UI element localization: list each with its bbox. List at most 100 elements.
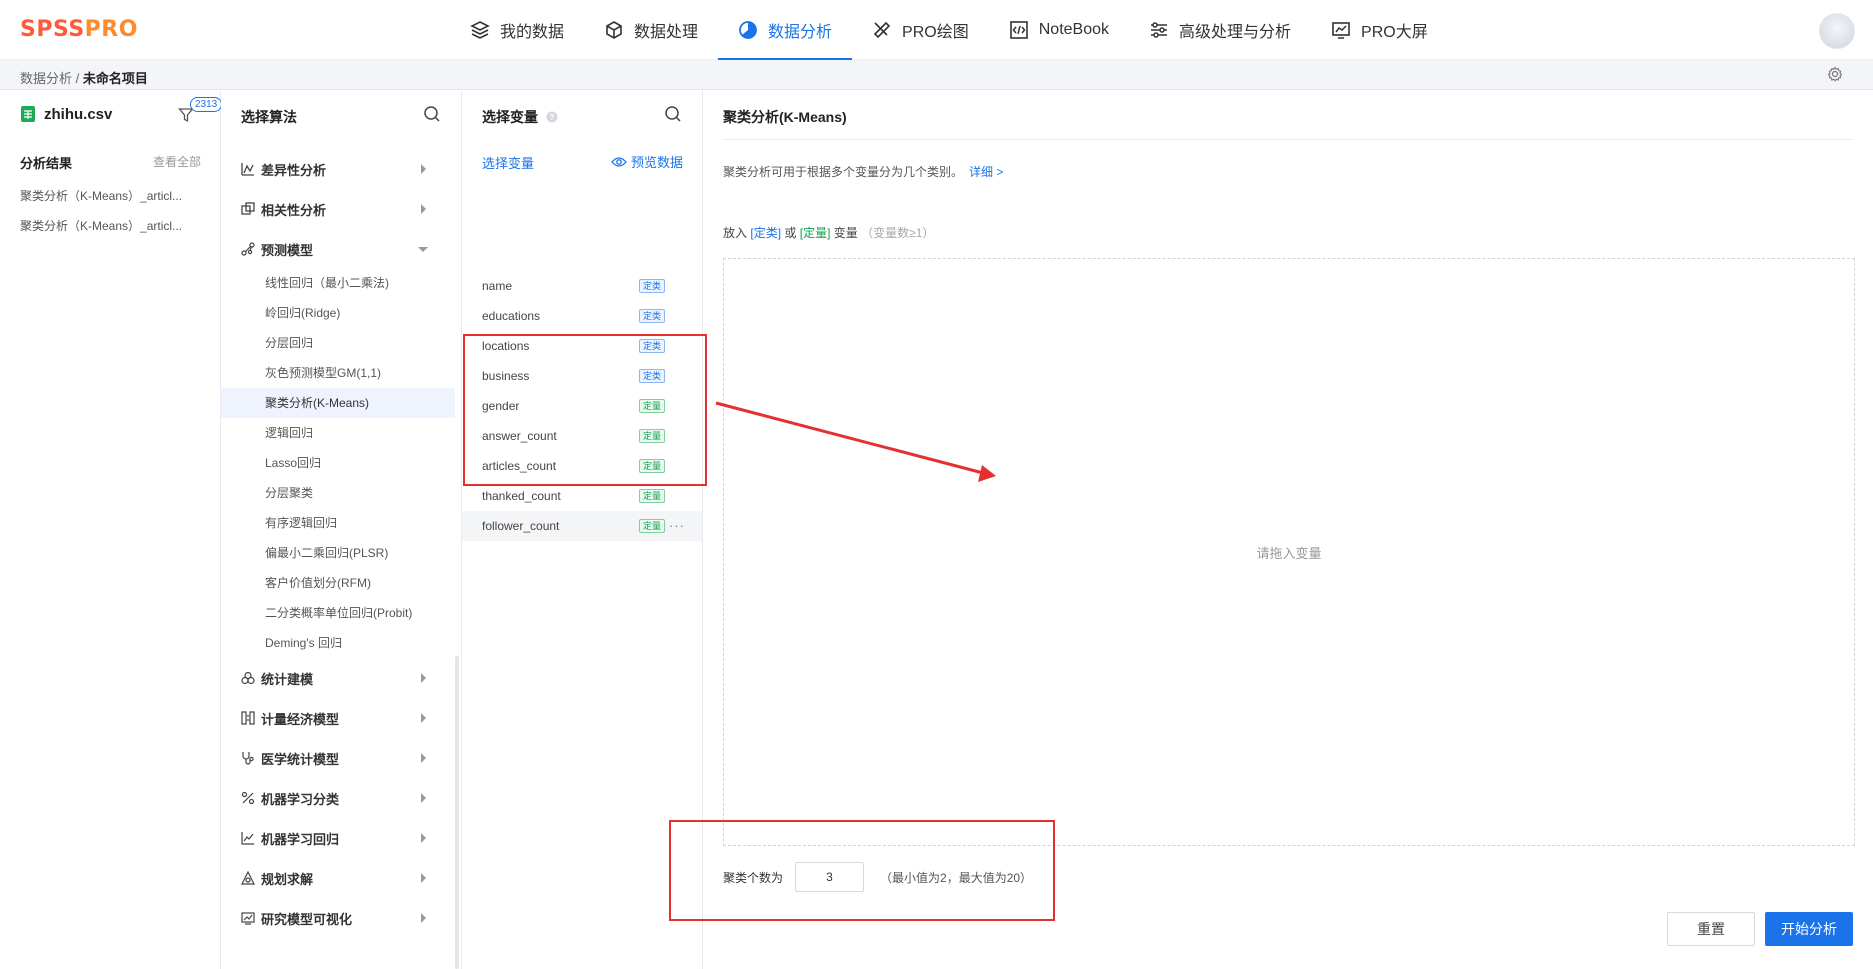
select-variable-tab[interactable]: 选择变量	[482, 156, 534, 171]
chevron-right-icon	[421, 793, 426, 803]
algo-logistic[interactable]: 逻辑回归	[221, 418, 455, 448]
variable-name: thanked_count	[482, 489, 561, 503]
detail-link[interactable]: 详细 >	[969, 165, 1003, 179]
filter-count-badge: 2313	[190, 97, 223, 112]
chevron-right-icon	[421, 833, 426, 843]
drop-instruction: 放入 [定类] 或 [定量] 变量 （变量数≥1）	[723, 226, 935, 240]
nav-notebook[interactable]: NoteBook	[989, 0, 1129, 60]
nav-data-processing[interactable]: 数据处理	[584, 0, 718, 60]
variable-panel: 选择变量 ? 选择变量 预览数据 name 定类 educations 定类 locat…	[462, 91, 703, 969]
variable-drop-zone[interactable]: 请拖入变量	[723, 258, 1855, 846]
monitor-chart-icon	[1332, 22, 1350, 39]
chevron-down-icon	[418, 247, 428, 252]
svg-text:?: ?	[549, 113, 554, 122]
view-all-link[interactable]: 查看全部	[153, 153, 201, 170]
results-title: 分析结果	[20, 156, 73, 171]
variable-name: educations	[482, 309, 541, 323]
start-analysis-button[interactable]: 开始分析	[1765, 912, 1853, 946]
category-stats-model[interactable]: 统计建模	[241, 668, 442, 688]
method-description: 聚类分析可用于根据多个变量分为几个类别。 详细 >	[723, 165, 1004, 179]
algo-deming[interactable]: Deming's 回归	[221, 628, 455, 658]
reset-button[interactable]: 重置	[1667, 912, 1755, 946]
ruler-pencil-icon	[873, 21, 891, 39]
planning-icon	[241, 871, 255, 885]
pie-chart-icon	[739, 21, 757, 39]
nav-my-data[interactable]: 我的数据	[450, 0, 584, 60]
variable-item[interactable]: follower_count 定量 ···	[462, 511, 702, 541]
result-item[interactable]: 聚类分析（K-Means）_articl...	[20, 187, 190, 204]
category-planning[interactable]: 规划求解	[241, 868, 442, 888]
result-item[interactable]: 聚类分析（K-Means）_articl...	[20, 217, 190, 234]
algo-probit[interactable]: 二分类概率单位回归(Probit)	[221, 598, 455, 628]
search-icon[interactable]	[423, 105, 441, 123]
method-title: 聚类分析(K-Means)	[723, 109, 847, 125]
category-visualization[interactable]: 研究模型可视化	[241, 908, 442, 928]
scrollbar[interactable]	[455, 656, 459, 969]
visual-icon	[241, 912, 255, 925]
chevron-right-icon	[421, 873, 426, 883]
results-panel: zhihu.csv 2313 分析结果 查看全部 聚类分析（K-Means）_a…	[0, 91, 223, 969]
sliders-icon	[1151, 22, 1167, 38]
chevron-right-icon	[421, 753, 426, 763]
annotation-box-cluster-count	[669, 820, 1055, 921]
help-icon[interactable]: ?	[546, 111, 558, 123]
more-options-icon[interactable]: ···	[669, 511, 685, 541]
preview-data-button[interactable]: 预览数据	[611, 152, 683, 171]
algo-linear-regression[interactable]: 线性回归（最小二乘法)	[221, 268, 455, 298]
category-predict-model[interactable]: 预测模型	[241, 239, 442, 259]
variable-name: name	[482, 279, 513, 293]
trend-icon	[241, 832, 254, 845]
search-icon[interactable]	[664, 105, 682, 123]
variable-type-tag: 定类	[639, 309, 666, 323]
algo-hierarchical-clustering[interactable]: 分层聚类	[221, 478, 455, 508]
variable-type-tag: 定量	[639, 519, 666, 533]
breadcrumb-parent[interactable]: 数据分析	[20, 71, 72, 86]
chevron-right-icon	[421, 913, 426, 923]
breadcrumb: 数据分析 / 未命名项目	[20, 71, 148, 86]
algo-grey-model[interactable]: 灰色预测模型GM(1,1)	[221, 358, 455, 388]
file-info: zhihu.csv	[20, 105, 112, 123]
algo-ordinal-logistic[interactable]: 有序逻辑回归	[221, 508, 455, 538]
top-bar: SPSSPRO 我的数据 数据处理 数据分析 PRO绘图 NoteBook 高级…	[0, 0, 1873, 60]
variable-panel-title: 选择变量 ?	[482, 107, 558, 127]
variable-item[interactable]: educations 定类	[462, 301, 702, 331]
layers-icon	[470, 21, 490, 39]
algo-lasso[interactable]: Lasso回归	[221, 448, 455, 478]
chevron-right-icon	[421, 164, 426, 174]
category-medical[interactable]: 医学统计模型	[241, 748, 442, 768]
nav-pro-drawing[interactable]: PRO绘图	[852, 0, 989, 60]
algo-hierarchical-regression[interactable]: 分层回归	[221, 328, 455, 358]
percent-icon	[241, 791, 255, 805]
spreadsheet-icon	[21, 106, 35, 122]
drop-hint: 请拖入变量	[1256, 546, 1322, 561]
variable-subheader: 选择变量 预览数据	[482, 153, 683, 172]
breadcrumb-bar: 数据分析 / 未命名项目	[0, 60, 1873, 90]
chevron-right-icon	[421, 673, 426, 683]
variable-name: follower_count	[482, 519, 560, 533]
cube-icon	[606, 21, 622, 39]
algo-ridge[interactable]: 岭回归(Ridge)	[221, 298, 455, 328]
variable-item[interactable]: name 定类	[462, 271, 702, 301]
results-header: 分析结果 查看全部	[20, 153, 201, 172]
avatar[interactable]	[1819, 13, 1855, 49]
breadcrumb-current: 未命名项目	[82, 71, 148, 86]
category-diff-analysis[interactable]: 差异性分析	[241, 159, 442, 179]
category-correlation[interactable]: 相关性分析	[241, 199, 442, 219]
nav-advanced[interactable]: 高级处理与分析	[1129, 0, 1311, 60]
category-econometric[interactable]: 计量经济模型	[241, 708, 442, 728]
chevron-right-icon	[421, 204, 426, 214]
category-ml-classification[interactable]: 机器学习分类	[241, 788, 442, 808]
eye-icon	[611, 156, 627, 167]
variable-type-tag: 定量	[639, 489, 666, 503]
stethoscope-icon	[242, 752, 254, 765]
econometric-icon	[241, 711, 255, 725]
category-ml-regression[interactable]: 机器学习回归	[241, 828, 442, 848]
algo-rfm[interactable]: 客户价值划分(RFM)	[221, 568, 455, 598]
algo-plsr[interactable]: 偏最小二乘回归(PLSR)	[221, 538, 455, 568]
gear-icon[interactable]	[1827, 66, 1843, 82]
nav-pro-dashboard[interactable]: PRO大屏	[1311, 0, 1448, 60]
logo[interactable]: SPSSPRO	[20, 17, 138, 42]
algo-kmeans[interactable]: 聚类分析(K-Means)	[221, 388, 455, 418]
file-name: zhihu.csv	[44, 105, 113, 123]
nav-data-analysis[interactable]: 数据分析	[718, 0, 853, 60]
